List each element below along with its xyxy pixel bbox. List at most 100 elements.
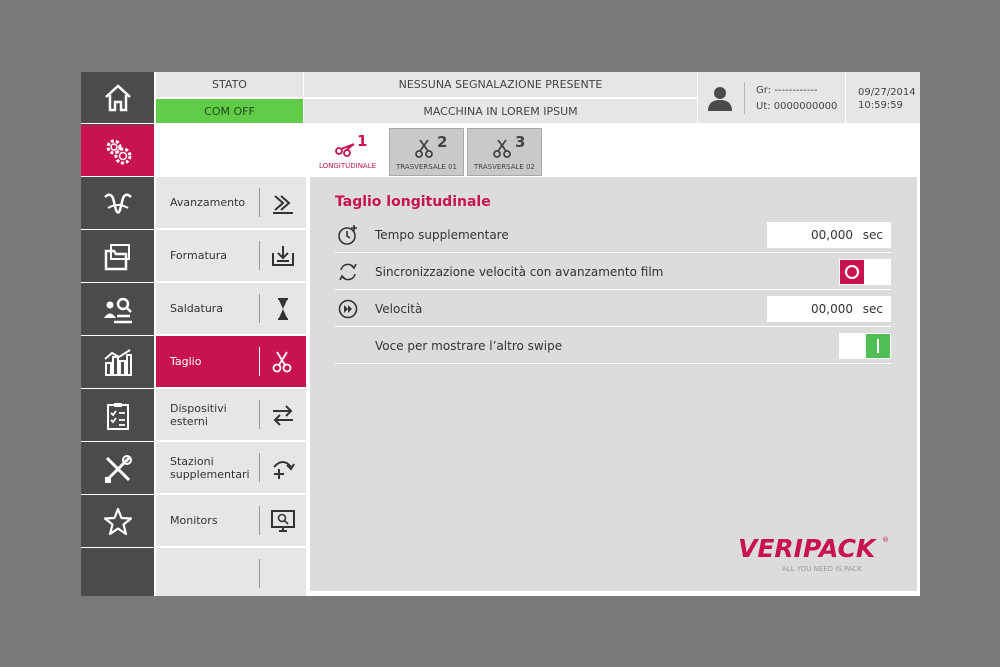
- tab-number: 2: [437, 133, 448, 151]
- tab-label: TRASVERSALE 01: [396, 163, 457, 171]
- folder-icon: [104, 243, 130, 270]
- submenu-separator: [259, 453, 260, 482]
- page-title: Taglio longitudinale: [335, 194, 491, 210]
- nav-files-button[interactable]: [81, 231, 154, 283]
- logo-registered-mark: ®: [882, 536, 889, 544]
- content-panel: Taglio longitudinale Tempo supplementare…: [310, 177, 917, 591]
- scissors-icon: [272, 351, 292, 373]
- submenu-item-formatura[interactable]: Formatura: [156, 230, 306, 281]
- input-unit: sec: [862, 302, 883, 316]
- scissors-icon: [335, 143, 355, 157]
- nav-settings-button[interactable]: [81, 125, 154, 177]
- user-avatar-icon: [708, 87, 732, 111]
- hourglass-icon: [278, 298, 288, 320]
- setting-row-velocita: Velocità 00,000 sec: [335, 291, 891, 327]
- settings-submenu: Avanzamento Formatura Saldatura Taglio D…: [156, 177, 306, 596]
- nav-wrapping-button[interactable]: [81, 178, 154, 230]
- submenu-separator: [259, 347, 260, 376]
- submenu-item-empty: [156, 548, 306, 596]
- tab-trasversale-01[interactable]: 2 TRASVERSALE 01: [389, 128, 464, 176]
- nav-operators-button[interactable]: [81, 284, 154, 336]
- veripack-logo: VERIPACK ® ALL YOU NEED IS PACK: [738, 534, 889, 578]
- setting-row-tempo-supplementare: Tempo supplementare 00,000 sec: [335, 217, 891, 253]
- tab-label: LONGITUDINALE: [318, 162, 377, 170]
- swap-arrows-icon: [273, 405, 293, 426]
- wrapping-icon: [103, 193, 132, 214]
- home-icon: [104, 83, 131, 111]
- setting-row-sincronizzazione: Sincronizzazione velocità con avanzament…: [335, 254, 891, 290]
- input-value: 00,000: [811, 302, 853, 316]
- submenu-separator: [259, 294, 260, 323]
- user-divider: [744, 82, 745, 114]
- voce-swipe-toggle[interactable]: [839, 333, 891, 359]
- sincronizzazione-toggle[interactable]: [839, 259, 891, 285]
- add-arrow-icon: [273, 461, 295, 479]
- input-value: 00,000: [811, 228, 853, 242]
- setting-label: Velocità: [375, 302, 423, 316]
- toggle-knob-on: [866, 334, 890, 358]
- scissors-icon: [493, 139, 511, 158]
- submenu-separator: [259, 188, 260, 217]
- status-badge: COM OFF: [156, 99, 303, 123]
- tab-trasversale-02[interactable]: 3 TRASVERSALE 02: [467, 128, 542, 176]
- alarm-message[interactable]: NESSUNA SEGNALAZIONE PRESENTE: [304, 72, 697, 97]
- tools-icon: [104, 454, 132, 483]
- submenu-item-label: Monitors: [170, 514, 218, 527]
- submenu-item-saldatura[interactable]: Saldatura: [156, 283, 306, 334]
- setting-label: Sincronizzazione velocità con avanzament…: [375, 265, 664, 279]
- nav-favorites-button[interactable]: [81, 496, 154, 548]
- submenu-item-avanzamento[interactable]: Avanzamento: [156, 177, 306, 228]
- main-nav-rail: [81, 72, 154, 596]
- datetime-box: 09/27/2014 10:59:59: [846, 72, 920, 123]
- submenu-separator: [259, 241, 260, 270]
- submenu-item-label: Dispositivi esterni: [170, 401, 227, 428]
- setting-label: Voce per mostrare l’altro swipe: [375, 339, 563, 353]
- status-label: STATO: [156, 72, 303, 97]
- tray-download-icon: [272, 246, 294, 266]
- input-unit: sec: [862, 228, 883, 242]
- submenu-separator: [259, 400, 260, 429]
- machine-hmi-screen: STATO COM OFF NESSUNA SEGNALAZIONE PRESE…: [81, 72, 920, 596]
- submenu-item-label: Taglio: [170, 355, 202, 368]
- submenu-separator: [259, 559, 260, 588]
- tab-number: 3: [515, 133, 526, 151]
- gear-icon: [106, 139, 131, 164]
- submenu-item-label: Stazioni supplementari: [170, 454, 250, 481]
- nav-home-button[interactable]: [81, 72, 154, 124]
- nav-checklist-button[interactable]: [81, 390, 154, 442]
- speed-icon: [338, 299, 358, 319]
- user-login-box[interactable]: Gr: ------------ Ut: 0000000000: [698, 72, 845, 123]
- timer-plus-icon: [338, 225, 357, 245]
- tab-label: TRASVERSALE 02: [474, 163, 535, 171]
- tab-longitudinale[interactable]: 1 LONGITUDINALE: [310, 128, 385, 176]
- date-display: 09/27/2014: [858, 87, 916, 98]
- fast-forward-icon: [273, 195, 293, 214]
- user-id: Ut: 0000000000: [756, 101, 838, 112]
- submenu-item-taglio[interactable]: Taglio: [156, 336, 306, 387]
- nav-maintenance-button[interactable]: [81, 443, 154, 495]
- sync-icon: [339, 263, 357, 281]
- checklist-icon: [106, 402, 129, 430]
- submenu-separator: [259, 506, 260, 535]
- user-group: Gr: ------------: [756, 85, 818, 96]
- velocita-input[interactable]: 00,000 sec: [767, 296, 891, 322]
- monitor-search-icon: [271, 510, 295, 532]
- machine-state-message: MACCHINA IN LOREM IPSUM: [304, 99, 697, 123]
- submenu-item-monitors[interactable]: Monitors: [156, 495, 306, 546]
- logo-brand: VERIPACK: [738, 534, 876, 563]
- scissors-icon: [415, 139, 433, 158]
- time-display: 10:59:59: [858, 100, 903, 111]
- submenu-item-label: Formatura: [170, 249, 227, 262]
- logo-tagline: ALL YOU NEED IS PACK: [782, 565, 862, 573]
- tempo-supplementare-input[interactable]: 00,000 sec: [767, 222, 891, 248]
- nav-statistics-button[interactable]: [81, 337, 154, 389]
- setting-row-voce-swipe: Voce per mostrare l’altro swipe: [335, 328, 891, 364]
- submenu-item-stazioni-supplementari[interactable]: Stazioni supplementari: [156, 442, 306, 493]
- submenu-item-dispositivi-esterni[interactable]: Dispositivi esterni: [156, 389, 306, 440]
- toggle-knob-off: [840, 260, 864, 284]
- users-search-icon: [103, 297, 132, 323]
- submenu-item-label: Saldatura: [170, 302, 224, 315]
- tab-number: 1: [357, 132, 368, 150]
- setting-label: Tempo supplementare: [375, 228, 509, 242]
- star-icon: [103, 507, 132, 535]
